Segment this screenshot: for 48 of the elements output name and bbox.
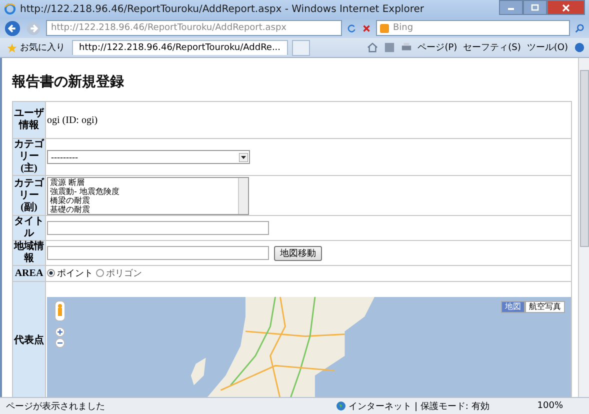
field-label: AREA <box>12 266 46 282</box>
refresh-icon[interactable] <box>346 22 357 34</box>
security-zone: インターネット | 保護モード: 有効 <box>336 400 490 412</box>
search-field[interactable]: Bing <box>376 20 570 36</box>
map-type-button[interactable]: 地図 <box>501 301 525 313</box>
close-icon[interactable] <box>361 22 372 34</box>
field-label: 地域情報 <box>12 240 46 266</box>
region-field[interactable] <box>47 246 269 260</box>
zoom-level[interactable]: 100% <box>537 401 563 411</box>
radio-option[interactable]: ポイント <box>47 266 93 280</box>
browser-logo-icon <box>4 3 16 15</box>
close-button[interactable] <box>547 0 585 15</box>
field-label: カテゴリー(副) <box>12 176 46 216</box>
map-move-button[interactable]: 地図移動 <box>274 246 322 260</box>
close-icon <box>561 4 571 12</box>
home-icon[interactable] <box>366 42 378 53</box>
minimize-button[interactable] <box>499 0 523 15</box>
field-label: ユーザ情報 <box>12 102 46 138</box>
radio-option[interactable]: ポリゴン <box>96 266 142 280</box>
person-icon[interactable] <box>55 301 65 321</box>
field-label: カテゴリー(主) <box>12 138 46 176</box>
new-tab-button[interactable] <box>292 40 310 56</box>
command-menu[interactable]: ツール(O) <box>526 41 568 54</box>
search-provider-icon <box>380 24 389 32</box>
maximize-icon <box>530 4 540 12</box>
command-menu[interactable]: セーフティ(S) <box>463 41 521 54</box>
category-listbox[interactable]: 震源 断層 強震動- 地震危険度 橋梁の耐震 基礎の耐震 <box>47 176 249 214</box>
browser-tab[interactable]: http://122.218.96.46/ReportTouroku/AddRe... <box>72 40 288 55</box>
maximize-button[interactable] <box>523 0 547 15</box>
scrollbar[interactable] <box>578 58 589 397</box>
status-text: ページが表示されました <box>6 400 106 412</box>
field-label: タイトル <box>12 216 46 240</box>
user-info: ogi (ID: ogi) <box>47 114 98 126</box>
favorites-button[interactable]: お気に入り <box>4 41 68 54</box>
search-icon[interactable] <box>574 22 585 34</box>
address-field[interactable]: http://122.218.96.46/ReportTouroku/AddReport.aspx <box>46 20 342 36</box>
print-icon[interactable] <box>400 42 412 53</box>
command-menu[interactable]: ページ(P) <box>418 41 458 54</box>
dropdown-arrow-icon <box>239 152 248 162</box>
title-field[interactable] <box>47 221 269 235</box>
field-label: 代表点 <box>12 282 46 397</box>
globe-icon <box>336 401 346 411</box>
star-icon <box>7 42 17 52</box>
back-button[interactable] <box>4 20 21 36</box>
page-heading: 報告書の新規登録 <box>12 73 125 91</box>
category-select[interactable]: --------- <box>47 150 250 164</box>
map-type-button[interactable]: 航空写真 <box>525 301 565 313</box>
window-title: http://122.218.96.46/ReportTouroku/AddReport.aspx - Windows Internet Explorer <box>20 4 425 14</box>
